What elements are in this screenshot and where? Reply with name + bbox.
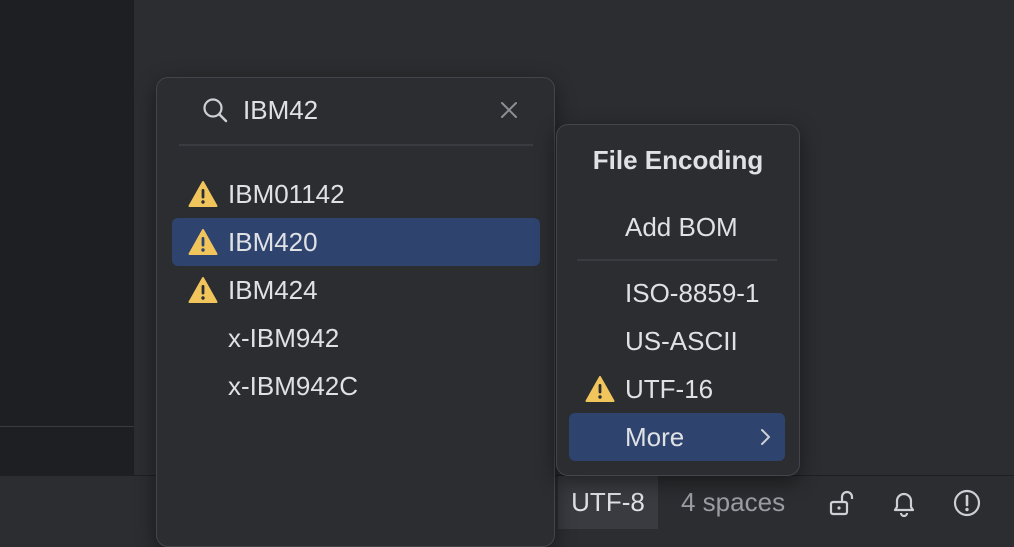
encoding-search-popup: IBM01142 IBM420 IBM424 x-IBM942 x-IBM942… (156, 77, 555, 547)
menu-item-iso-8859-1[interactable]: ISO-8859-1 (569, 269, 785, 317)
list-item-label: IBM420 (228, 227, 318, 257)
menu-item-label: US-ASCII (625, 326, 738, 356)
list-item[interactable]: x-IBM942C (172, 362, 540, 410)
menu-item-label: ISO-8859-1 (625, 278, 760, 308)
search-icon (203, 98, 228, 123)
left-tool-panel (0, 0, 134, 476)
menu-item-label: More (625, 422, 685, 452)
menu-separator (577, 259, 777, 261)
status-encoding-widget[interactable]: UTF-8 (558, 476, 658, 529)
list-item[interactable]: IBM01142 (172, 170, 540, 218)
warning-icon (188, 229, 218, 255)
problems-icon[interactable] (953, 489, 981, 517)
warning-icon (585, 376, 615, 402)
search-input[interactable] (243, 90, 483, 130)
file-encoding-popup: File Encoding Add BOM ISO-8859-1 US-ASCI… (556, 124, 800, 476)
list-item[interactable]: IBM420 (172, 218, 540, 266)
chevron-right-icon (761, 429, 770, 445)
notifications-bell-icon[interactable] (890, 489, 918, 517)
search-results-list: IBM01142 IBM420 IBM424 x-IBM942 x-IBM942… (172, 170, 540, 410)
popup-title: File Encoding (592, 145, 764, 175)
search-row (179, 78, 533, 146)
add-bom-item[interactable]: Add BOM (569, 203, 785, 251)
menu-item-label: Add BOM (625, 212, 738, 242)
warning-icon (188, 277, 218, 303)
list-item-label: x-IBM942C (228, 371, 359, 401)
menu-item-us-ascii[interactable]: US-ASCII (569, 317, 785, 365)
status-indent-widget[interactable]: 4 spaces (681, 476, 785, 529)
list-item[interactable]: IBM424 (172, 266, 540, 314)
list-item-label: IBM01142 (228, 179, 345, 209)
menu-item-label: UTF-16 (625, 374, 714, 404)
left-panel-divider (0, 426, 134, 427)
menu-item-utf-16[interactable]: UTF-16 (569, 365, 785, 413)
unlock-icon[interactable] (828, 489, 856, 517)
clear-search-icon[interactable] (497, 98, 521, 122)
more-submenu-item[interactable]: More (569, 413, 785, 461)
warning-icon (188, 181, 218, 207)
list-item[interactable]: x-IBM942 (172, 314, 540, 362)
list-item-label: x-IBM942 (228, 323, 340, 353)
list-item-label: IBM424 (228, 275, 318, 305)
